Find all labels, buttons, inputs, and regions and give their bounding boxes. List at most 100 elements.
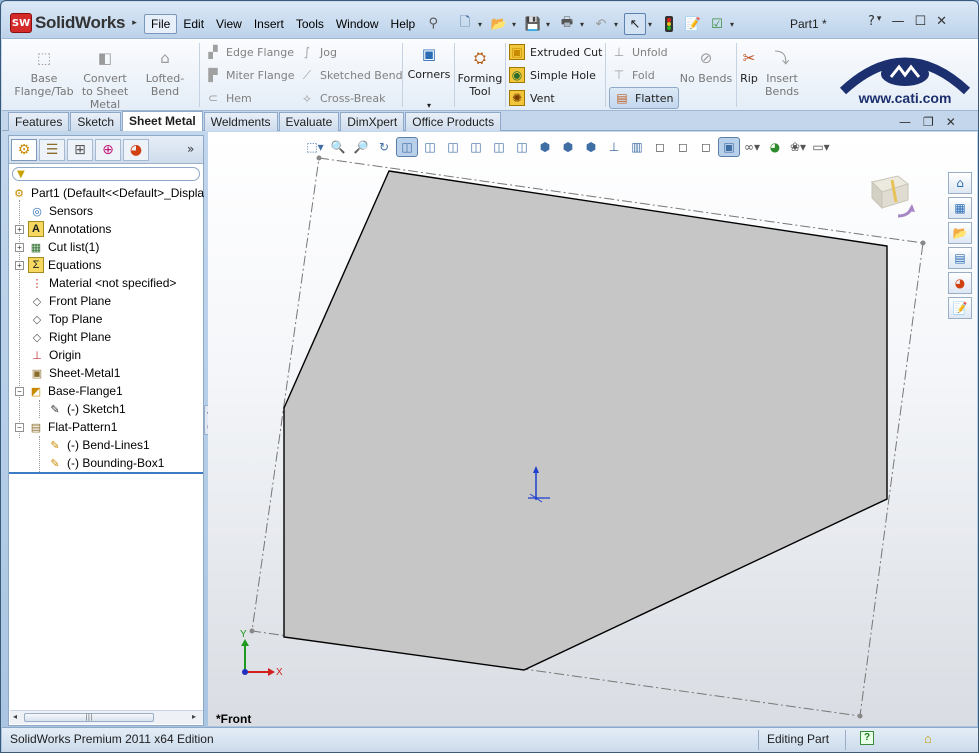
base-flange-button[interactable]: ⬚ Base Flange/Tab xyxy=(14,43,74,98)
flatten-button[interactable]: ▤ Flatten xyxy=(609,87,679,109)
menu-help[interactable]: Help xyxy=(385,15,422,33)
close-icon[interactable]: ✕ xyxy=(936,14,947,29)
select-pointer-icon[interactable]: ↖ xyxy=(624,13,646,35)
menu-tools[interactable]: Tools xyxy=(290,15,330,33)
menu-window[interactable]: Window xyxy=(330,15,385,33)
simple-hole-button[interactable]: ◉ Simple Hole xyxy=(509,65,596,85)
view-palette-icon[interactable]: ▤ xyxy=(948,247,972,269)
custom-properties-icon[interactable]: 📝 xyxy=(948,297,972,319)
new-document-icon[interactable]: 🗋 xyxy=(454,13,476,35)
status-tag-icon[interactable]: ⌂ xyxy=(924,731,932,746)
lofted-bend-button[interactable]: ⌂ Lofted-Bend xyxy=(134,43,196,98)
unfold-button[interactable]: ⊥ Unfold xyxy=(611,42,668,62)
tree-item-equations[interactable]: + Σ Equations xyxy=(15,256,101,274)
model-viewport[interactable]: X Y xyxy=(208,132,977,726)
tree-item-sensors[interactable]: ◎ Sensors xyxy=(29,202,93,220)
tab-sheet-metal[interactable]: Sheet Metal xyxy=(122,111,203,131)
file-properties-icon[interactable]: 📝 xyxy=(682,13,704,35)
tree-item-top-plane[interactable]: ◇ Top Plane xyxy=(29,310,103,328)
tab-evaluate[interactable]: Evaluate xyxy=(278,112,340,131)
hem-button[interactable]: ⊂ Hem xyxy=(205,88,252,108)
tab-dimxpert[interactable]: DimXpert xyxy=(340,112,405,131)
convert-to-sheet-metal-button[interactable]: ◧ Convert to Sheet Metal xyxy=(78,43,132,111)
design-library-icon[interactable]: ▦ xyxy=(948,197,972,219)
rip-button[interactable]: ✂ Rip xyxy=(736,43,762,85)
tree-item-sheet-metal[interactable]: ▣ Sheet-Metal1 xyxy=(29,364,121,382)
display-manager-tab-icon[interactable]: ◕ xyxy=(123,138,149,161)
fold-button[interactable]: ⊤ Fold xyxy=(611,65,655,85)
tree-item-right-plane[interactable]: ◇ Right Plane xyxy=(29,328,111,346)
appearances-scenes-icon[interactable]: ◕ xyxy=(948,272,972,294)
tab-weldments[interactable]: Weldments xyxy=(203,112,278,131)
tree-item-origin[interactable]: ⊥ Origin xyxy=(29,346,81,364)
collapse-icon[interactable]: − xyxy=(15,386,24,396)
flat-pattern-face[interactable] xyxy=(283,170,888,671)
extruded-cut-button[interactable]: ▣ Extruded Cut xyxy=(509,42,602,62)
undo-icon[interactable]: ↶ xyxy=(590,13,612,35)
new-dropdown-icon[interactable]: ▾ xyxy=(478,20,486,29)
undo-dropdown-icon[interactable]: ▾ xyxy=(614,20,622,29)
corners-button[interactable]: ▣ Corners ▾ xyxy=(406,43,452,112)
panel-horizontal-scrollbar[interactable]: ◂ ||| ▸ xyxy=(10,710,203,724)
solidworks-logo[interactable]: SW SolidWorks ▸ xyxy=(10,12,137,34)
save-icon[interactable]: 💾 xyxy=(522,13,544,35)
graphics-area[interactable]: ⬚▾ 🔍 🔎 ↻ ◫ ◫ ◫ ◫ ◫ ◫ ⬢ ⬢ ⬢ ⊥ ▥ ◻ ◻ ◻ ▣ ∞… xyxy=(208,132,977,726)
tab-sketch[interactable]: Sketch xyxy=(70,112,122,131)
maximize-icon[interactable]: ☐ xyxy=(914,14,926,29)
menu-edit[interactable]: Edit xyxy=(177,15,210,33)
insert-bends-button[interactable]: ⤵ Insert Bends xyxy=(762,43,802,98)
sketched-bend-button[interactable]: ⟋ Sketched Bend xyxy=(299,65,403,85)
dimxpert-manager-tab-icon[interactable]: ⊕ xyxy=(95,138,121,161)
expand-icon[interactable]: + xyxy=(15,242,24,252)
tree-item-material[interactable]: ⋮ Material <not specified> xyxy=(29,274,177,292)
menu-view[interactable]: View xyxy=(210,15,248,33)
tree-item-flat-pattern[interactable]: − ▤ Flat-Pattern1 xyxy=(15,418,117,436)
no-bends-button[interactable]: ⊘ No Bends xyxy=(678,43,734,85)
print-icon[interactable]: 🖶 xyxy=(556,13,578,35)
panel-expand-icon[interactable]: » xyxy=(187,142,194,156)
tree-item-sketch1[interactable]: ✎ (-) Sketch1 xyxy=(47,400,125,418)
expand-icon[interactable]: + xyxy=(15,224,24,234)
edge-flange-button[interactable]: ▞ Edge Flange xyxy=(205,42,294,62)
open-dropdown-icon[interactable]: ▾ xyxy=(512,20,520,29)
property-manager-tab-icon[interactable]: ☰ xyxy=(39,138,65,161)
feature-manager-tab-icon[interactable]: ⚙ xyxy=(11,138,37,161)
jog-button[interactable]: ∫ Jog xyxy=(299,42,337,62)
tree-root-part[interactable]: ⚙ Part1 (Default<<Default>_Displa xyxy=(11,184,204,202)
doc-minimize-icon[interactable]: — xyxy=(899,115,911,129)
tree-item-front-plane[interactable]: ◇ Front Plane xyxy=(29,292,111,310)
doc-restore-icon[interactable]: ❐ xyxy=(923,115,934,129)
tree-item-bend-lines[interactable]: ✎ (-) Bend-Lines1 xyxy=(47,436,149,454)
open-folder-icon[interactable]: 📂 xyxy=(488,13,510,35)
tab-features[interactable]: Features xyxy=(8,112,70,131)
help-dropdown-icon[interactable]: ▾ xyxy=(877,14,882,29)
vent-button[interactable]: ✺ Vent xyxy=(509,88,555,108)
options-icon[interactable]: ☑ xyxy=(706,13,728,35)
tab-office-products[interactable]: Office Products xyxy=(405,112,502,131)
miter-flange-button[interactable]: ▛ Miter Flange xyxy=(205,65,294,85)
configuration-manager-tab-icon[interactable]: ⊞ xyxy=(67,138,93,161)
scroll-thumb[interactable]: ||| xyxy=(24,713,154,722)
select-dropdown-icon[interactable]: ▾ xyxy=(648,20,656,29)
tree-item-cut-list[interactable]: + ▦ Cut list(1) xyxy=(15,238,99,256)
expand-icon[interactable]: + xyxy=(15,260,24,270)
tree-item-base-flange[interactable]: − ◩ Base-Flange1 xyxy=(15,382,123,400)
rebuild-traffic-light-icon[interactable] xyxy=(658,13,680,35)
view-cube-rotate-icon[interactable] xyxy=(868,172,920,224)
tree-item-bounding-box[interactable]: ✎ (-) Bounding-Box1 xyxy=(47,454,164,472)
print-dropdown-icon[interactable]: ▾ xyxy=(580,20,588,29)
doc-close-icon[interactable]: ✕ xyxy=(946,115,956,129)
tree-filter-input[interactable]: ▼ xyxy=(12,167,200,181)
minimize-icon[interactable]: — xyxy=(891,14,904,29)
scroll-right-icon[interactable]: ▸ xyxy=(192,712,196,721)
solidworks-resources-icon[interactable]: ⌂ xyxy=(948,172,972,194)
menu-file[interactable]: File xyxy=(144,14,178,34)
menu-insert[interactable]: Insert xyxy=(248,15,290,33)
options-dropdown-icon[interactable]: ▾ xyxy=(730,20,738,29)
help-icon[interactable]: ? xyxy=(868,14,875,29)
pin-menu-icon[interactable]: ⚲ xyxy=(425,16,441,32)
forming-tool-button[interactable]: ⛭ Forming Tool xyxy=(457,43,503,98)
save-dropdown-icon[interactable]: ▾ xyxy=(546,20,554,29)
file-explorer-icon[interactable]: 📂 xyxy=(948,222,972,244)
scroll-left-icon[interactable]: ◂ xyxy=(13,712,17,721)
